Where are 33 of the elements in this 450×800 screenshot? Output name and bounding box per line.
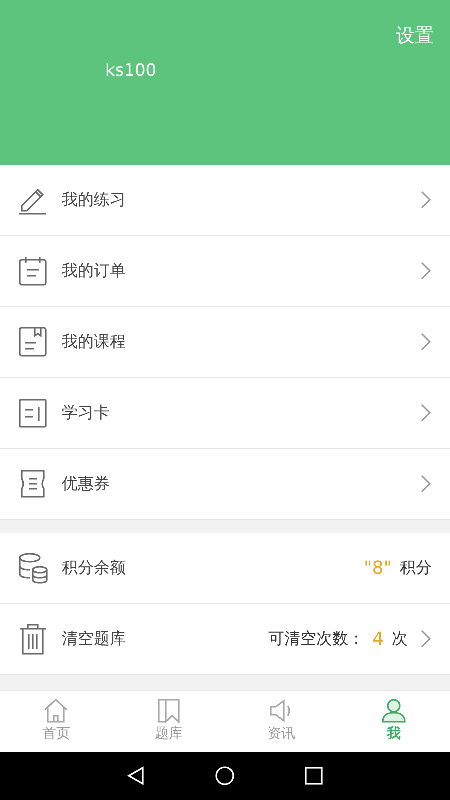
home-icon xyxy=(43,698,70,724)
card-icon xyxy=(18,397,48,429)
row-label: 积分余额 xyxy=(62,557,127,579)
row-label: 清空题库 xyxy=(62,628,127,650)
value-text: "8" xyxy=(364,556,392,580)
chevron-right-icon xyxy=(420,332,432,352)
book-icon xyxy=(18,326,48,358)
back-icon[interactable] xyxy=(127,766,145,786)
unit-text: 积分 xyxy=(400,557,432,579)
menu-label: 优惠券 xyxy=(62,473,111,495)
chevron-right-icon xyxy=(420,474,432,494)
coins-icon xyxy=(18,552,48,584)
account-row[interactable]: 清空题库 可清空次数： 4 次 xyxy=(0,604,450,675)
chevron-right-icon xyxy=(420,190,432,210)
trash-icon xyxy=(18,622,48,656)
home-button-icon[interactable] xyxy=(215,766,235,786)
menu-label: 我的订单 xyxy=(62,260,127,282)
bookmark-icon xyxy=(156,698,182,724)
person-icon xyxy=(380,698,407,724)
chevron-right-icon xyxy=(420,261,432,281)
account-row[interactable]: 积分余额 "8" 积分 xyxy=(0,533,450,604)
chevron-right-icon xyxy=(420,629,432,649)
count-label: 可清空次数： xyxy=(268,628,365,650)
chevron-right-icon xyxy=(420,403,432,423)
recents-icon[interactable] xyxy=(305,767,323,785)
value-text: 4 xyxy=(372,628,384,652)
calendar-icon xyxy=(18,255,48,287)
menu-label: 我的课程 xyxy=(62,331,127,353)
username: ks100 xyxy=(105,60,157,80)
menu-label: 我的练习 xyxy=(62,189,127,211)
menu-label: 学习卡 xyxy=(62,402,111,424)
unit-text: 次 xyxy=(392,628,408,650)
ticket-icon xyxy=(18,468,48,500)
